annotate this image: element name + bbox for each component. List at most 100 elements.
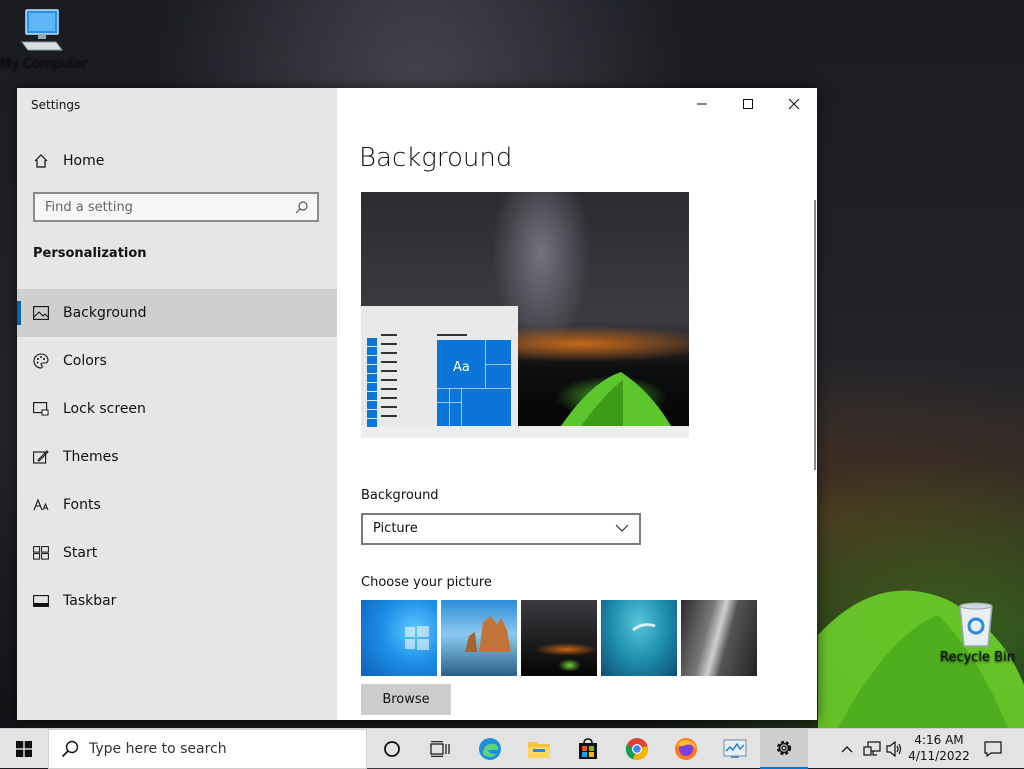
picture-thumbnail[interactable] — [601, 600, 677, 676]
taskbar-clock[interactable]: 4:16 AM 4/11/2022 — [906, 732, 972, 764]
nav-item-lock-screen[interactable]: Lock screen — [17, 385, 337, 433]
background-type-dropdown[interactable]: Picture — [361, 513, 641, 545]
network-icon — [863, 741, 881, 756]
taskbar-task-manager[interactable] — [711, 729, 759, 769]
computer-icon — [21, 9, 63, 51]
choose-picture-label: Choose your picture — [361, 575, 492, 590]
nav-home-label: Home — [63, 153, 105, 169]
palette-icon — [33, 353, 49, 369]
search-icon[interactable] — [295, 200, 309, 218]
chevron-down-icon — [615, 524, 629, 532]
picture-thumbnail[interactable] — [521, 600, 597, 676]
settings-search-input[interactable] — [35, 194, 305, 220]
volume-tray-button[interactable] — [884, 729, 906, 769]
network-tray-button[interactable] — [860, 729, 884, 769]
nav-item-label: Fonts — [63, 497, 101, 513]
action-center-button[interactable] — [978, 729, 1008, 769]
my-computer-label: My Computer — [0, 56, 88, 71]
background-type-value: Picture — [373, 521, 418, 536]
show-hidden-icons-button[interactable] — [836, 729, 858, 769]
maximize-icon — [743, 99, 753, 109]
nav-item-label: Background — [63, 305, 147, 321]
nav-home[interactable]: Home — [17, 146, 337, 176]
preview-tile-text: Aa — [453, 360, 470, 375]
nav-item-label: Start — [63, 545, 98, 561]
settings-window: Settings Home Personalization Background — [17, 88, 817, 720]
content-scrollbar[interactable] — [814, 200, 816, 470]
cortana-icon — [384, 741, 400, 757]
taskbar-search-placeholder: Type here to search — [89, 741, 227, 757]
windows-logo-icon — [16, 741, 32, 757]
nav-item-label: Taskbar — [63, 593, 117, 609]
maximize-button[interactable] — [725, 88, 771, 120]
start-button[interactable] — [0, 729, 48, 769]
browse-button[interactable]: Browse — [361, 684, 451, 715]
background-type-label: Background — [361, 488, 439, 503]
settings-sidebar: Settings Home Personalization Background — [17, 88, 337, 720]
nav-item-label: Themes — [63, 449, 119, 465]
windows-logo-icon — [405, 626, 429, 650]
swimmer-image — [632, 623, 656, 632]
nav-item-colors[interactable]: Colors — [17, 337, 337, 385]
picture-thumbnail[interactable] — [441, 600, 517, 676]
window-controls — [679, 88, 817, 120]
clock-time: 4:16 AM — [914, 733, 964, 747]
themes-icon — [33, 449, 49, 465]
task-manager-icon — [723, 739, 747, 758]
folder-icon — [528, 742, 550, 758]
settings-content: Background Aa Background Picture Choose … — [337, 88, 817, 720]
gear-icon — [776, 740, 792, 756]
chevron-up-icon — [841, 746, 853, 753]
preview-app-list-text — [381, 334, 397, 424]
chrome-browser-icon — [625, 738, 648, 761]
fonts-icon — [33, 497, 49, 513]
picture-thumbnail[interactable] — [361, 600, 437, 676]
nav-item-label: Lock screen — [63, 401, 146, 417]
rock-formation-image — [465, 616, 511, 652]
clock-date: 4/11/2022 — [908, 749, 970, 763]
nav-item-background[interactable]: Background — [17, 289, 337, 337]
nav-item-fonts[interactable]: Fonts — [17, 481, 337, 529]
recycle-bin-icon — [959, 602, 993, 647]
window-title: Settings — [31, 98, 81, 112]
settings-search-box[interactable] — [33, 192, 319, 222]
start-icon — [33, 545, 49, 561]
taskbar-chrome[interactable] — [613, 729, 661, 769]
taskbar-search-box[interactable]: Type here to search — [48, 729, 367, 769]
notification-icon — [984, 741, 1002, 757]
taskbar-settings[interactable] — [760, 729, 808, 769]
cortana-button[interactable] — [368, 729, 416, 769]
recycle-bin-label: Recycle Bin — [940, 650, 1015, 665]
taskbar: Type here to search 4:16 AM 4/11/2022 — [0, 728, 1024, 769]
preview-tent — [561, 372, 671, 426]
nav-item-taskbar[interactable]: Taskbar — [17, 577, 337, 625]
close-button[interactable] — [771, 88, 817, 120]
home-icon — [33, 153, 49, 169]
taskbar-firefox[interactable] — [662, 729, 710, 769]
taskbar-edge[interactable] — [466, 729, 514, 769]
preview-app-list-icons — [367, 338, 377, 428]
minimize-button[interactable] — [679, 88, 725, 120]
picture-icon — [33, 305, 49, 321]
close-icon — [788, 98, 800, 110]
taskbar-store[interactable] — [564, 729, 612, 769]
minimize-icon — [697, 103, 707, 105]
nav-item-start[interactable]: Start — [17, 529, 337, 577]
taskbar-icon — [33, 593, 49, 609]
preview-tiles: Aa — [437, 340, 511, 426]
lock-screen-icon — [33, 401, 49, 417]
picture-thumbnail[interactable] — [681, 600, 757, 676]
my-computer-shortcut[interactable]: My Computer — [0, 8, 88, 71]
picture-thumbnails — [361, 600, 761, 676]
nav-item-themes[interactable]: Themes — [17, 433, 337, 481]
speaker-icon — [886, 741, 902, 757]
personalization-nav: Background Colors Lock screen Themes Fon… — [17, 289, 337, 625]
background-preview: Aa — [361, 192, 689, 438]
task-view-button[interactable] — [416, 729, 464, 769]
recycle-bin-shortcut[interactable]: Recycle Bin — [940, 600, 1015, 665]
taskbar-file-explorer[interactable] — [515, 729, 563, 769]
firefox-browser-icon — [675, 738, 697, 760]
nav-item-label: Colors — [63, 353, 107, 369]
edge-browser-icon — [479, 738, 501, 760]
preview-start-menu: Aa — [361, 306, 518, 428]
